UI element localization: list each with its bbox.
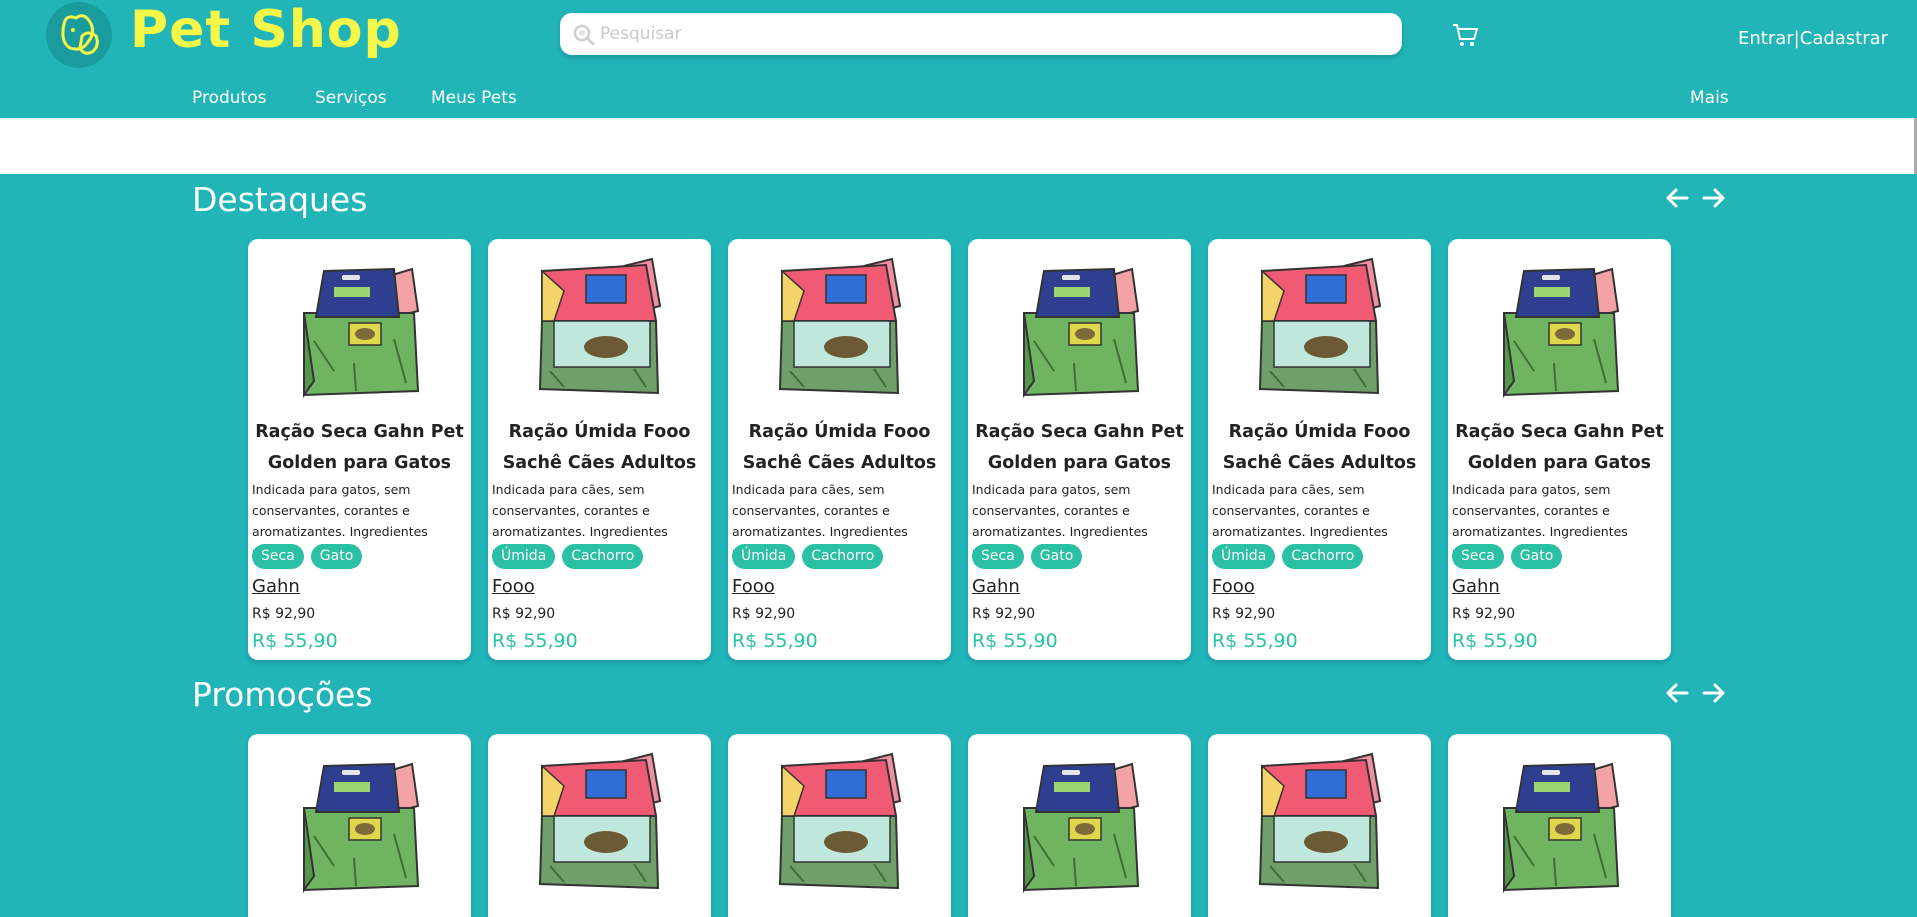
product-card[interactable]: Ração Seca Gahn Pet Golden para Gatos Ind… <box>248 239 471 660</box>
register-link[interactable]: Cadastrar <box>1800 28 1888 49</box>
product-old-price: R$ 92,90 <box>492 606 556 622</box>
product-card[interactable]: Ração Úmida Fooo Sachê Cães Adultos Indic… <box>728 239 951 660</box>
promo-product-card[interactable] <box>248 734 471 917</box>
site-header: Pet Shop Entrar|Cadastrar Produtos Servi… <box>0 0 1917 118</box>
arrow-left-icon[interactable] <box>1665 185 1691 211</box>
promo-product-card[interactable] <box>968 734 1191 917</box>
pink-food-bag-image[interactable] <box>1254 251 1384 411</box>
product-old-price: R$ 92,90 <box>1212 606 1276 622</box>
product-brand-link[interactable]: Gahn <box>252 576 300 597</box>
auth-links: Entrar|Cadastrar <box>1738 28 1888 49</box>
promo-product-card[interactable] <box>1208 734 1431 917</box>
product-card[interactable]: Ração Úmida Fooo Sachê Cães Adultos Indic… <box>488 239 711 660</box>
tag-type[interactable]: Úmida <box>1212 544 1276 569</box>
product-price: R$ 55,90 <box>732 630 818 652</box>
pink-food-bag-image[interactable] <box>774 746 904 906</box>
product-title[interactable]: Ração Úmida Fooo Sachê Cães Adultos <box>732 417 947 479</box>
nav-more[interactable]: Mais <box>1690 88 1729 108</box>
tag-type[interactable]: Úmida <box>732 544 796 569</box>
product-title[interactable]: Ração Seca Gahn Pet Golden para Gatos <box>252 417 467 479</box>
product-old-price: R$ 92,90 <box>732 606 796 622</box>
brand-logo[interactable]: Pet Shop <box>130 0 402 60</box>
pink-food-bag-image[interactable] <box>774 251 904 411</box>
product-brand-link[interactable]: Fooo <box>492 576 535 597</box>
tag-species[interactable]: Gato <box>1030 544 1083 569</box>
product-old-price: R$ 92,90 <box>1452 606 1516 622</box>
pink-food-bag-image[interactable] <box>534 251 664 411</box>
pink-food-bag-image[interactable] <box>534 746 664 906</box>
product-brand-link[interactable]: Fooo <box>732 576 775 597</box>
product-tags: Seca Gato <box>1452 544 1563 569</box>
arrow-left-icon[interactable] <box>1665 680 1691 706</box>
product-price: R$ 55,90 <box>252 630 338 652</box>
arrow-right-icon[interactable] <box>1700 680 1726 706</box>
product-old-price: R$ 92,90 <box>972 606 1036 622</box>
banner-area <box>0 118 1917 174</box>
product-tags: Úmida Cachorro <box>1212 544 1364 569</box>
product-title[interactable]: Ração Úmida Fooo Sachê Cães Adultos <box>492 417 707 479</box>
section-title-featured: Destaques <box>192 180 368 219</box>
product-price: R$ 55,90 <box>1452 630 1538 652</box>
section-title-promotions: Promoções <box>192 675 373 714</box>
tag-species[interactable]: Cachorro <box>1282 544 1364 569</box>
dog-cat-logo-icon[interactable] <box>46 2 112 68</box>
tag-type[interactable]: Seca <box>252 544 304 569</box>
tag-species[interactable]: Gato <box>310 544 363 569</box>
green-food-bag-image[interactable] <box>1494 746 1624 906</box>
product-brand-link[interactable]: Gahn <box>972 576 1020 597</box>
search-icon[interactable] <box>572 23 596 47</box>
search-bar[interactable] <box>560 13 1402 55</box>
cart-icon[interactable] <box>1450 20 1480 50</box>
tag-species[interactable]: Cachorro <box>802 544 884 569</box>
product-price: R$ 55,90 <box>492 630 578 652</box>
product-title[interactable]: Ração Seca Gahn Pet Golden para Gatos <box>972 417 1187 479</box>
product-brand-link[interactable]: Gahn <box>1452 576 1500 597</box>
nav-products[interactable]: Produtos <box>192 88 266 108</box>
product-price: R$ 55,90 <box>972 630 1058 652</box>
product-card[interactable]: Ração Úmida Fooo Sachê Cães Adultos Indic… <box>1208 239 1431 660</box>
green-food-bag-image[interactable] <box>1494 251 1624 411</box>
tag-species[interactable]: Cachorro <box>562 544 644 569</box>
product-title[interactable]: Ração Seca Gahn Pet Golden para Gatos <box>1452 417 1667 479</box>
search-input[interactable] <box>600 13 1390 55</box>
login-link[interactable]: Entrar <box>1738 28 1794 49</box>
tag-species[interactable]: Gato <box>1510 544 1563 569</box>
green-food-bag-image[interactable] <box>294 746 424 906</box>
promo-product-card[interactable] <box>1448 734 1671 917</box>
promo-product-card[interactable] <box>728 734 951 917</box>
promo-product-card[interactable] <box>488 734 711 917</box>
product-tags: Seca Gato <box>252 544 363 569</box>
pink-food-bag-image[interactable] <box>1254 746 1384 906</box>
product-tags: Úmida Cachorro <box>492 544 644 569</box>
green-food-bag-image[interactable] <box>294 251 424 411</box>
product-tags: Úmida Cachorro <box>732 544 884 569</box>
nav-services[interactable]: Serviços <box>315 88 387 108</box>
product-brand-link[interactable]: Fooo <box>1212 576 1255 597</box>
product-price: R$ 55,90 <box>1212 630 1298 652</box>
tag-type[interactable]: Seca <box>972 544 1024 569</box>
green-food-bag-image[interactable] <box>1014 746 1144 906</box>
product-old-price: R$ 92,90 <box>252 606 316 622</box>
product-tags: Seca Gato <box>972 544 1083 569</box>
green-food-bag-image[interactable] <box>1014 251 1144 411</box>
nav-my-pets[interactable]: Meus Pets <box>431 88 517 108</box>
tag-type[interactable]: Úmida <box>492 544 556 569</box>
product-title[interactable]: Ração Úmida Fooo Sachê Cães Adultos <box>1212 417 1427 479</box>
arrow-right-icon[interactable] <box>1700 185 1726 211</box>
product-card[interactable]: Ração Seca Gahn Pet Golden para Gatos Ind… <box>1448 239 1671 660</box>
tag-type[interactable]: Seca <box>1452 544 1504 569</box>
product-card[interactable]: Ração Seca Gahn Pet Golden para Gatos Ind… <box>968 239 1191 660</box>
